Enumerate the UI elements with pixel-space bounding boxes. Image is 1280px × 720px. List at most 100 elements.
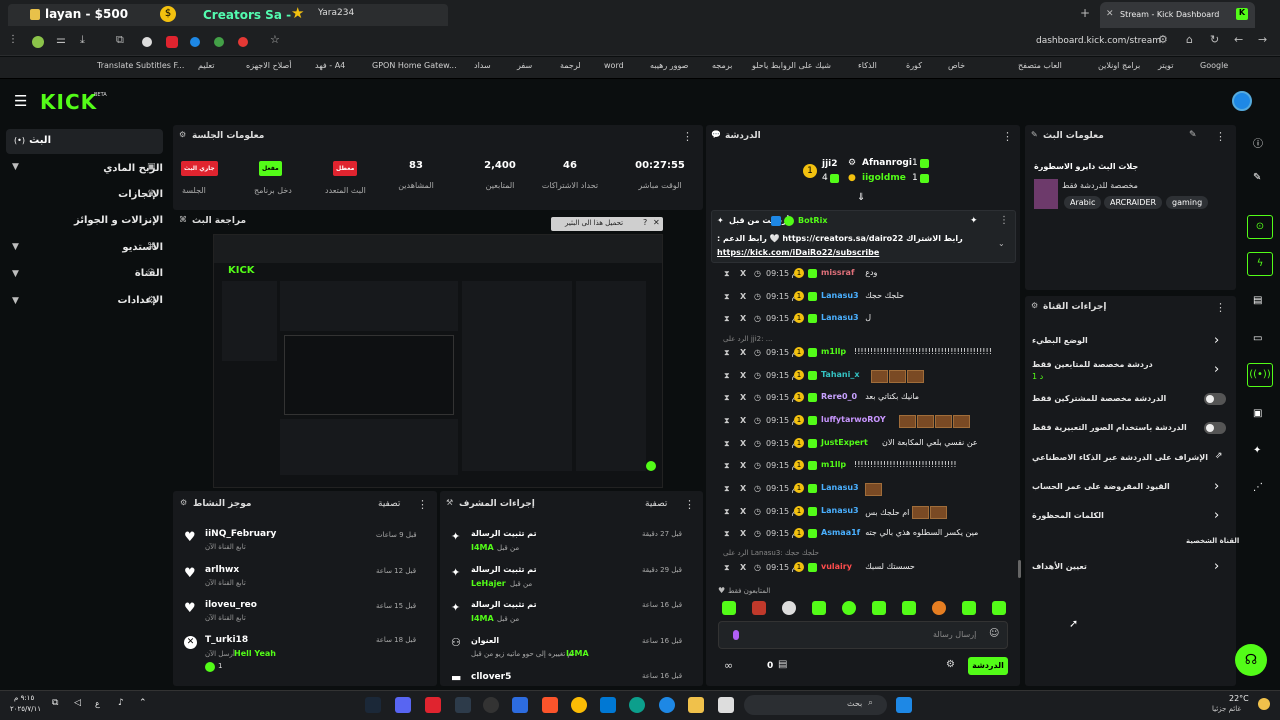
chevron-right-icon[interactable]: › [1214, 362, 1219, 377]
tag-chip[interactable]: ARCRAIDER [1104, 196, 1163, 209]
chevron-right-icon[interactable]: › [1214, 559, 1219, 574]
new-tab-icon[interactable]: + [1080, 6, 1090, 20]
menu-dots-icon[interactable]: ⋮ [682, 130, 693, 143]
message-user[interactable]: Lanasu3 [821, 506, 859, 515]
live-status[interactable]: جاري البث [181, 161, 218, 176]
chat-input[interactable]: إرسال رسالة ☺ [718, 621, 1008, 649]
site-settings-icon[interactable]: ⚙ [1158, 33, 1168, 46]
message-user[interactable]: JustExpert [821, 438, 868, 447]
extension-icon-1[interactable] [32, 36, 44, 48]
extension-icon-3[interactable] [166, 36, 178, 48]
chat-message[interactable]: ⧗ X ◷ 09:15 م1 missraf ودع [720, 268, 1010, 286]
top-gifter-name[interactable]: iigoldme [862, 173, 906, 183]
activity-name[interactable]: T_urki18 [205, 635, 248, 645]
comment-icon[interactable]: ▭ [1253, 333, 1262, 344]
message-user[interactable]: Lanasu3 [821, 483, 859, 492]
slow-mode-label[interactable]: الوضع البطيء [1032, 336, 1088, 345]
chat-message[interactable]: ⧗ X ◷ 09:15 م1 m1llp!!!!!!!!!!!!!!!!!!!!!!!!… [720, 347, 1010, 365]
stream-preview-video[interactable]: KICK [213, 234, 663, 488]
menu-dots-icon[interactable]: ⋮ [1215, 301, 1226, 314]
chevron-down-icon[interactable]: ▼ [12, 296, 19, 306]
set-goals-label[interactable]: تعيين الأهداف [1032, 562, 1087, 571]
chat-message[interactable]: ⧗ X ◷ 09:15 م1 Lanasu3 ل [720, 313, 1010, 331]
bookmark-item[interactable]: شيك على الروابط ياحلو [752, 61, 831, 70]
windows-start-icon[interactable] [896, 697, 912, 713]
pinned-line-2[interactable]: https://kick.com/iDaiRo22/subscribe [717, 248, 879, 257]
chat-message[interactable]: ⧗ X ◷ 09:15 م1 m1llp!!!!!!!!!!!!!!!!!!!!!!!!… [720, 460, 1010, 478]
chevron-right-icon[interactable]: › [1214, 333, 1219, 348]
emote-button[interactable] [812, 601, 826, 615]
category-thumbnail[interactable] [1034, 179, 1058, 209]
tab-active[interactable]: ✕ Stream - Kick Dashboard K [1100, 2, 1255, 28]
activity-name[interactable]: iloveu_reo [205, 600, 257, 610]
bookmark-item[interactable]: أصلاح الاجهزه [246, 61, 292, 70]
top-gifter-name[interactable]: jji2 [822, 159, 838, 169]
tag-chip[interactable]: gaming [1166, 196, 1209, 209]
card-icon[interactable]: ▣ [1253, 408, 1262, 419]
message-user[interactable]: missraf [821, 268, 854, 277]
app-icon-x[interactable] [455, 697, 471, 713]
chat-message[interactable]: ⧗ X ◷ 09:15 م1 Tahani_x [720, 370, 1010, 388]
bookmark-item[interactable]: GPON Home Gatew... [372, 61, 457, 70]
chat-scrollbar[interactable] [1018, 560, 1021, 578]
app-icon-gray[interactable] [718, 697, 734, 713]
puzzle-icon[interactable]: ⧉ [116, 33, 124, 47]
sidebar-item-achievements[interactable]: الإنجازات [118, 189, 163, 200]
pin-icon[interactable]: ✦ [970, 216, 978, 226]
chat-message[interactable]: ⧗ X ◷ 09:15 م1 Rere0_0 مانيك بكتاتي بعد [720, 392, 1010, 410]
app-icon-red[interactable] [425, 697, 441, 713]
camera-tool-button[interactable]: ⊙ [1247, 215, 1273, 239]
hourglass-icon[interactable]: ⧗ [724, 314, 730, 324]
chevron-right-icon[interactable]: › [1214, 479, 1219, 494]
bookmark-item[interactable]: Translate Subtitles F... [97, 61, 184, 70]
volume-icon[interactable]: ◁ [74, 698, 81, 708]
message-user[interactable]: vulairy [821, 562, 852, 571]
chat-message[interactable]: ⧗ X ◷ 09:15 م1 vulairy حسستك لسبك [720, 562, 1010, 580]
chat-send-button[interactable]: الدردشة [968, 657, 1008, 675]
menu-dots-icon[interactable]: ⋮ [684, 498, 695, 511]
extension-icon-5[interactable] [214, 37, 224, 47]
mod-action-by[interactable]: I4MA [471, 614, 494, 623]
share-icon[interactable]: ⋰ [1253, 482, 1263, 493]
hourglass-icon[interactable]: ⧗ [724, 507, 730, 517]
bookmark-item[interactable]: الذكاء [858, 61, 877, 70]
message-user[interactable]: Lanasu3 [821, 313, 859, 322]
hourglass-icon[interactable]: ⧗ [724, 563, 730, 573]
timeout-icon[interactable]: X [740, 292, 746, 301]
bookmark-star-icon[interactable]: ☆ [270, 33, 280, 46]
extension-icon-4[interactable] [190, 37, 200, 47]
emote-button[interactable] [932, 601, 946, 615]
home-icon[interactable]: ⌂ [1186, 33, 1193, 46]
bookmark-item[interactable]: العاب متصفح [1018, 61, 1062, 70]
message-user[interactable]: m1llp [821, 460, 846, 469]
hourglass-icon[interactable]: ⧗ [724, 269, 730, 279]
emote-button[interactable] [902, 601, 916, 615]
timeout-icon[interactable]: X [740, 507, 746, 516]
tab-left[interactable]: layan - $500 $ Creators Sa - ★ Yara234 [8, 4, 448, 26]
support-chat-button[interactable]: ☊ [1235, 644, 1267, 676]
message-user[interactable]: Tahani_x [821, 370, 860, 379]
message-user[interactable]: Lanasu3 [821, 291, 859, 300]
timeout-icon[interactable]: X [740, 269, 746, 278]
discord-icon[interactable] [395, 697, 411, 713]
chat-message[interactable]: ⧗ X ◷ 09:15 م1 Lanasu3 [720, 483, 1010, 501]
back-icon[interactable]: ← [1234, 33, 1243, 46]
emote-button[interactable] [752, 601, 766, 615]
bookmark-item[interactable]: سداد [474, 61, 491, 70]
program-status[interactable]: مفعل [259, 161, 282, 176]
infinity-icon[interactable]: ∞ [724, 659, 733, 672]
emote-button[interactable] [782, 601, 796, 615]
menu-dots-icon[interactable]: ⋮ [999, 215, 1009, 226]
hourglass-icon[interactable]: ⧗ [724, 484, 730, 494]
bookmark-item[interactable]: لرجمة [560, 61, 581, 70]
hourglass-icon[interactable]: ⧗ [724, 461, 730, 471]
extension-icon-6[interactable] [238, 37, 248, 47]
menu-dots-icon[interactable]: ⋮ [8, 34, 18, 45]
chat-message[interactable]: ⧗ X ◷ 09:15 م1 JustExpert عن نفسي بلعي المكاب… [720, 438, 1010, 456]
sidebar-item-stream[interactable]: (•) البث [6, 129, 163, 154]
activity-name[interactable]: arlhwx [205, 565, 239, 575]
timeout-icon[interactable]: X [740, 563, 746, 572]
chat-message[interactable]: ⧗ X ◷ 09:15 م1 Lanasu3 حلجك حجك [720, 291, 1010, 309]
reload-icon[interactable]: ↻ [1210, 33, 1219, 46]
gear-icon[interactable]: ⚙ [946, 659, 955, 670]
